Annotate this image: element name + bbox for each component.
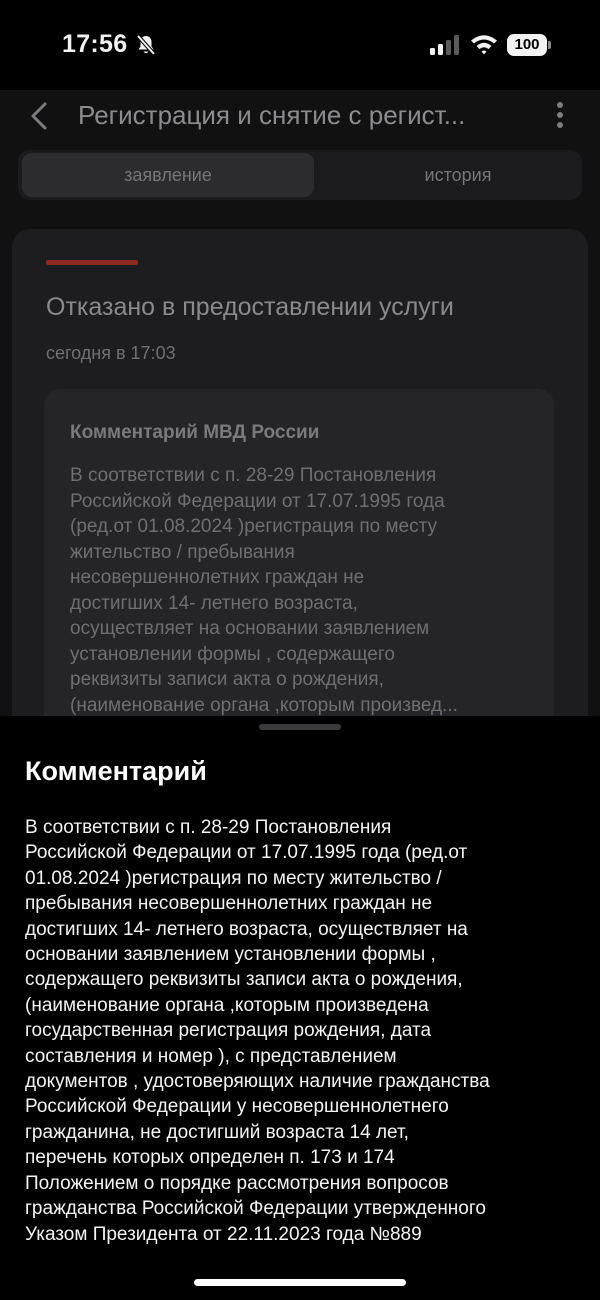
status-time: 17:56	[62, 30, 128, 58]
home-indicator[interactable]	[194, 1279, 406, 1286]
status-bar: 17:56 100	[0, 0, 600, 90]
sheet-title: Комментарий	[25, 756, 207, 786]
bell-slash-icon	[136, 34, 156, 56]
sheet-comment-text: В соответствии с п. 28-29 Постановления …	[25, 817, 490, 1245]
comment-preview: В соответствии с п. 28-29 Постановления …	[70, 465, 458, 716]
status-time-label: сегодня в 17:03	[46, 343, 176, 363]
more-vertical-icon[interactable]	[552, 100, 568, 130]
wifi-icon	[471, 35, 497, 55]
status-stripe	[46, 260, 138, 265]
tab-history[interactable]: история	[318, 153, 598, 197]
tab-application[interactable]: заявление	[22, 153, 314, 197]
comment-author: Комментарий МВД России	[70, 422, 320, 443]
status-card: Отказано в предоставлении услуги сегодня…	[12, 229, 588, 749]
chevron-left-icon[interactable]	[28, 101, 50, 131]
sheet-grabber[interactable]	[259, 724, 341, 730]
battery-indicator: 100	[507, 34, 547, 56]
comment-card[interactable]: Комментарий МВД России В соответствии с …	[44, 389, 554, 749]
page-title: Регистрация и снятие с регист...	[78, 100, 466, 130]
comment-bottom-sheet: Комментарий В соответствии с п. 28-29 По…	[0, 716, 600, 1300]
cellular-signal-icon	[430, 35, 459, 55]
segmented-control: заявление история	[18, 150, 582, 200]
status-title: Отказано в предоставлении услуги	[46, 293, 454, 321]
battery-tip	[548, 41, 551, 49]
